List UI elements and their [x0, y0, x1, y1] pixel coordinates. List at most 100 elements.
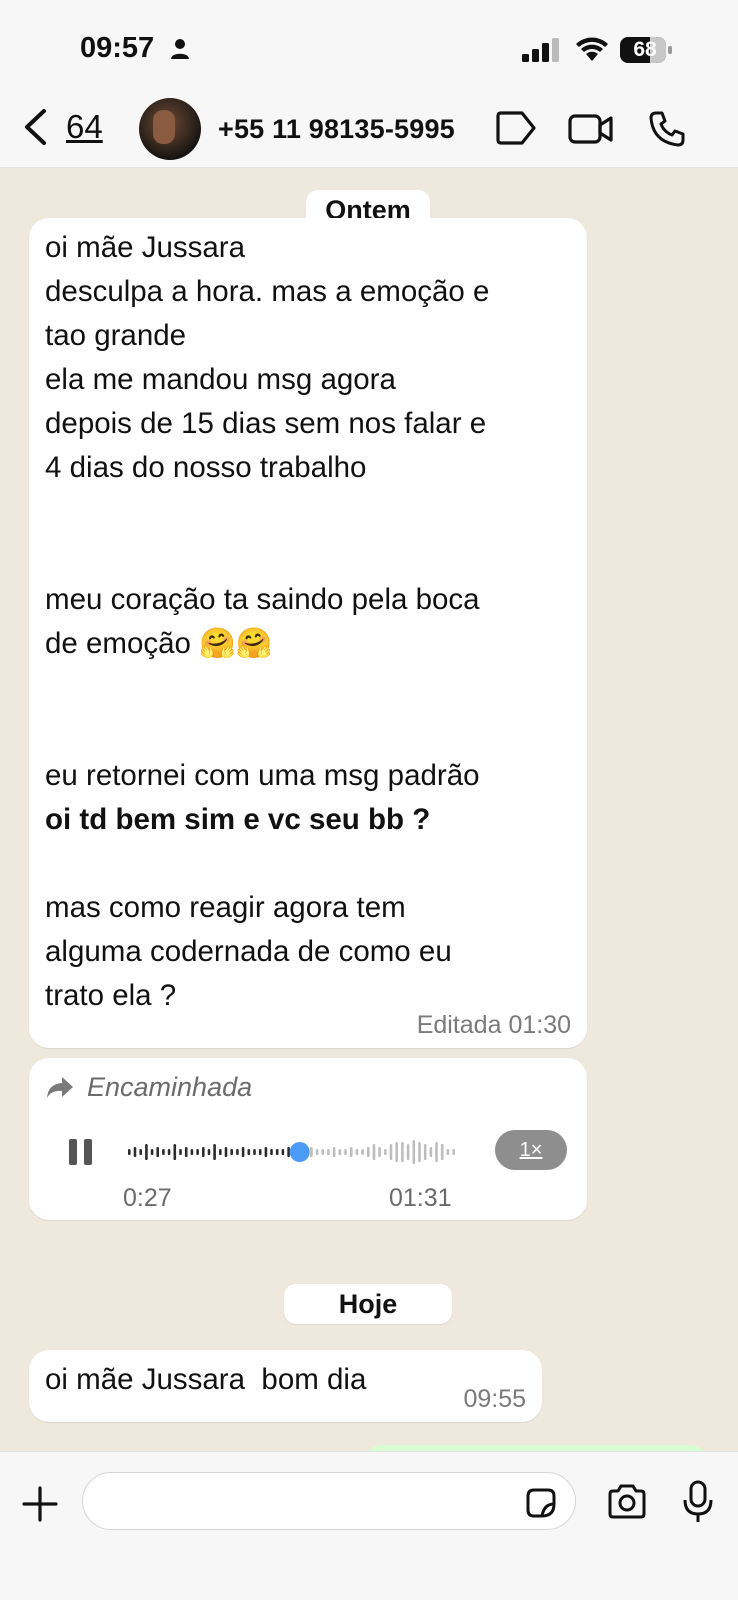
- waveform-bar: [133, 1147, 137, 1157]
- tag-icon[interactable]: [494, 110, 538, 146]
- audio-elapsed-time: 0:27: [123, 1184, 172, 1212]
- waveform-bar: [344, 1149, 347, 1155]
- waveform-bar: [253, 1149, 256, 1155]
- video-call-icon[interactable]: [568, 110, 614, 146]
- waveform-bar: [213, 1144, 216, 1160]
- waveform-bar: [446, 1149, 450, 1155]
- waveform-bar: [355, 1149, 359, 1155]
- waveform-bar: [224, 1147, 228, 1157]
- phone-icon[interactable]: [648, 110, 686, 148]
- waveform-bar: [332, 1147, 336, 1157]
- message-line: 4 dias do nosso trabalho: [45, 451, 367, 484]
- waveform-bar: [207, 1149, 211, 1155]
- sticker-icon[interactable]: [524, 1486, 558, 1520]
- waveform-bar: [395, 1142, 398, 1162]
- audio-duration: 01:31: [389, 1184, 452, 1212]
- message-input[interactable]: [82, 1472, 576, 1530]
- person-icon: [171, 39, 189, 59]
- waveform-bar: [150, 1149, 154, 1155]
- waveform-bar: [247, 1149, 251, 1155]
- wifi-icon: [576, 37, 608, 61]
- waveform-bar: [184, 1147, 188, 1157]
- camera-icon[interactable]: [606, 1484, 648, 1520]
- waveform-bar: [202, 1147, 205, 1157]
- waveform-bar: [401, 1142, 404, 1162]
- waveform-bar: [440, 1144, 444, 1160]
- waveform-bar: [281, 1149, 285, 1155]
- message-line: [45, 842, 489, 886]
- chat-header: 64 +55 11 98135-5995: [0, 96, 738, 168]
- pause-icon[interactable]: [67, 1138, 95, 1166]
- cellular-signal-icon: [522, 38, 559, 62]
- waveform-bar: [145, 1144, 148, 1160]
- waveform-bar: [275, 1149, 279, 1155]
- waveform-bar: [258, 1149, 262, 1155]
- message-line: [45, 490, 489, 534]
- waveform-bar: [389, 1144, 393, 1160]
- message-line: [45, 710, 489, 754]
- message-text-today: oi mãe Jussara bom dia: [45, 1363, 367, 1396]
- waveform-bar: [264, 1147, 268, 1157]
- message-text: oi mãe Jussara desculpa a hora. mas a emo…: [45, 226, 489, 1018]
- waveform-bar: [423, 1144, 427, 1160]
- waveform-bar: [128, 1149, 131, 1155]
- waveform-bar: [190, 1149, 194, 1155]
- waveform-bar: [167, 1149, 171, 1155]
- status-bar: 09:57 68: [0, 0, 738, 96]
- waveform-bar: [162, 1149, 165, 1155]
- message-line: ela me mandou msg agora: [45, 363, 396, 396]
- message-line: [45, 666, 489, 710]
- battery-level: 68: [633, 38, 657, 61]
- message-line: tao grande: [45, 319, 187, 352]
- message-line: eu retornei com uma msg padrão: [45, 759, 480, 792]
- playback-speed-button[interactable]: 1×: [495, 1130, 567, 1170]
- waveform-bar: [412, 1140, 416, 1164]
- waveform-bar: [179, 1149, 182, 1155]
- forward-arrow-icon: [47, 1077, 73, 1098]
- waveform-bar: [367, 1147, 370, 1157]
- unread-count-back-button[interactable]: 64: [66, 108, 103, 146]
- composer-bar: [0, 1451, 738, 1600]
- voice-message-bubble[interactable]: Encaminhada 1× 0:27 01:31: [29, 1058, 587, 1220]
- plus-icon[interactable]: [22, 1486, 58, 1522]
- message-line: mas como reagir agora tem: [45, 891, 406, 924]
- waveform-bar: [270, 1149, 273, 1155]
- incoming-message-bubble[interactable]: oi mãe Jussara desculpa a hora. mas a emo…: [29, 218, 587, 1048]
- message-line: oi td bem sim e vc seu bb ?: [45, 803, 431, 836]
- waveform-bar: [429, 1147, 433, 1157]
- date-divider-today: Hoje: [284, 1284, 452, 1324]
- waveform-bar: [173, 1144, 177, 1160]
- status-time: 09:57: [80, 32, 155, 64]
- back-chevron-icon[interactable]: [20, 108, 50, 146]
- waveform-bar: [310, 1147, 313, 1157]
- waveform-bar: [241, 1147, 245, 1157]
- audio-waveform[interactable]: [127, 1134, 467, 1170]
- forwarded-label: Encaminhada: [87, 1072, 253, 1102]
- message-line: [45, 534, 489, 578]
- playback-position-handle: [289, 1142, 310, 1162]
- waveform-bar: [378, 1147, 381, 1157]
- message-line: meu coração ta saindo pela boca: [45, 583, 480, 616]
- waveform-bar: [236, 1149, 239, 1155]
- message-time-today: 09:55: [463, 1385, 526, 1413]
- message-line: de emoção 🤗🤗: [45, 627, 273, 660]
- waveform-bar: [196, 1149, 199, 1155]
- avatar[interactable]: [139, 98, 201, 160]
- message-line: depois de 15 dias sem nos falar e: [45, 407, 487, 440]
- waveform-bar: [327, 1149, 330, 1155]
- waveform-bar: [361, 1149, 364, 1155]
- microphone-icon[interactable]: [682, 1480, 714, 1524]
- waveform-bar: [349, 1147, 353, 1157]
- waveform-bar: [321, 1149, 324, 1155]
- incoming-message-bubble-today[interactable]: oi mãe Jussara bom dia 09:55: [29, 1350, 542, 1422]
- waveform-bar: [287, 1147, 290, 1157]
- waveform-bar: [219, 1149, 222, 1155]
- waveform-bar: [139, 1149, 142, 1155]
- message-edited-time: Editada 01:30: [416, 1011, 571, 1039]
- contact-name[interactable]: +55 11 98135-5995: [218, 114, 455, 145]
- waveform-bar: [156, 1147, 159, 1157]
- waveform-bar: [230, 1149, 233, 1155]
- waveform-bar: [384, 1149, 387, 1155]
- waveform-bar: [372, 1144, 376, 1160]
- waveform-bar: [315, 1149, 319, 1155]
